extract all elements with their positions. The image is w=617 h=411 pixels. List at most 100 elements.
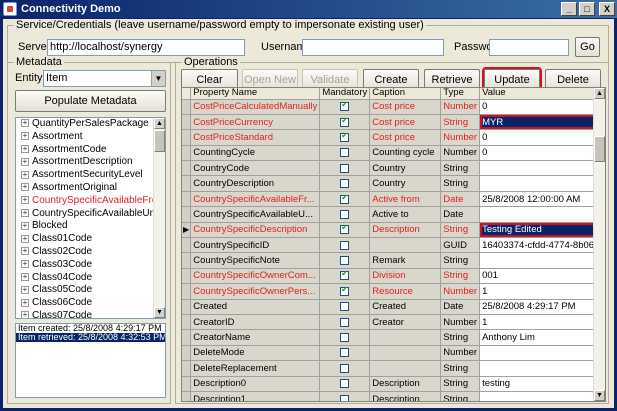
tree-item[interactable]: + Assortment (16, 131, 165, 144)
row-header[interactable] (182, 206, 192, 223)
expand-plus-icon[interactable]: + (21, 170, 29, 179)
value-cell[interactable]: 0 (479, 145, 605, 162)
properties-grid[interactable]: Property Name Mandatory Caption Type Val… (181, 87, 606, 402)
row-header[interactable] (182, 237, 192, 254)
mandatory-cell[interactable] (319, 237, 371, 254)
checkbox-icon[interactable] (340, 333, 350, 343)
value-cell[interactable]: MYR (479, 114, 605, 131)
column-header-type[interactable]: Type (440, 88, 481, 100)
tree-item[interactable]: + CountrySpecificAvailableUntil (16, 208, 165, 221)
mandatory-cell[interactable] (319, 222, 371, 239)
tree-item[interactable]: + Class05Code (16, 284, 165, 297)
mandatory-cell[interactable] (319, 345, 371, 362)
table-row[interactable]: CountrySpecificOwnerPers... ResourceNumbe… (182, 283, 605, 300)
tree-item[interactable]: + Class02Code (16, 246, 165, 259)
expand-plus-icon[interactable]: + (21, 260, 29, 269)
value-cell[interactable]: 001 (479, 268, 605, 285)
row-header[interactable] (182, 268, 192, 285)
tree-item[interactable]: + AssortmentOriginal (16, 182, 165, 195)
row-header[interactable] (182, 145, 192, 162)
mandatory-cell[interactable] (319, 376, 371, 392)
checkbox-icon[interactable] (340, 394, 350, 401)
row-header[interactable]: ▶ (182, 222, 192, 239)
grid-scrollbar[interactable]: ▲ ▼ (593, 88, 605, 401)
value-cell[interactable]: 25/8/2008 4:29:17 PM (479, 299, 605, 315)
expand-plus-icon[interactable]: + (21, 272, 29, 281)
expand-plus-icon[interactable]: + (21, 208, 29, 217)
value-cell[interactable] (479, 360, 605, 377)
table-row[interactable]: Created Created Date 25/8/2008 4:29:17 PM (182, 299, 605, 315)
checkbox-checked-icon[interactable] (340, 131, 350, 142)
table-row[interactable]: CountingCycle Counting cycle Number 0 (182, 145, 605, 162)
mandatory-cell[interactable] (319, 329, 371, 346)
row-header[interactable] (182, 283, 192, 300)
checkbox-icon[interactable] (340, 317, 350, 327)
checkbox-checked-icon[interactable] (340, 116, 350, 127)
checkbox-icon[interactable] (340, 179, 350, 189)
checkbox-checked-icon[interactable] (340, 269, 350, 281)
row-header[interactable] (182, 99, 192, 115)
tree-item[interactable]: + Class03Code (16, 259, 165, 272)
checkbox-checked-icon[interactable] (340, 193, 350, 204)
checkbox-icon[interactable] (340, 302, 350, 312)
column-header-value[interactable]: Value (479, 88, 605, 100)
row-header[interactable] (182, 175, 192, 192)
tree-item[interactable]: + QuantityPerSalesPackage (16, 118, 165, 131)
row-header[interactable] (182, 391, 192, 401)
checkbox-checked-icon[interactable] (340, 100, 350, 112)
expand-plus-icon[interactable]: + (21, 311, 29, 318)
table-row[interactable]: DeleteReplacement String (182, 360, 605, 377)
value-cell[interactable] (479, 160, 605, 177)
log-item[interactable]: Item retrieved: 25/8/2008 4:32:53 PM (16, 333, 165, 342)
column-header-property-name[interactable]: Property Name (190, 88, 321, 100)
value-cell[interactable]: Anthony Lim (479, 329, 605, 346)
expand-plus-icon[interactable]: + (21, 144, 29, 153)
checkbox-icon[interactable] (340, 363, 350, 373)
row-header[interactable] (182, 345, 192, 362)
checkbox-checked-icon[interactable] (340, 223, 350, 235)
scroll-up-icon[interactable]: ▲ (594, 88, 605, 99)
mandatory-cell[interactable] (319, 114, 371, 131)
mandatory-cell[interactable] (319, 160, 371, 177)
tree-item[interactable]: + Class04Code (16, 272, 165, 285)
checkbox-icon[interactable] (340, 209, 350, 219)
tree-item[interactable]: + Class01Code (16, 233, 165, 246)
metadata-tree-scrollbar[interactable]: ▲ ▼ (153, 118, 165, 318)
column-header-mandatory[interactable]: Mandatory (319, 88, 371, 100)
scroll-down-icon[interactable]: ▼ (154, 307, 165, 318)
row-header[interactable] (182, 376, 192, 392)
table-row[interactable]: CreatorName String Anthony Lim (182, 329, 605, 346)
maximize-button[interactable]: □ (579, 2, 595, 16)
expand-plus-icon[interactable]: + (21, 298, 29, 307)
tree-item[interactable]: + Class07Code (16, 310, 165, 318)
tree-item[interactable]: + CountrySpecificAvailableFrom (16, 195, 165, 208)
mandatory-cell[interactable] (319, 175, 371, 192)
scroll-thumb[interactable] (154, 130, 165, 152)
checkbox-icon[interactable] (340, 348, 350, 358)
expand-plus-icon[interactable]: + (21, 157, 29, 166)
tree-item[interactable]: + Blocked (16, 220, 165, 233)
mandatory-cell[interactable] (319, 360, 371, 377)
value-cell[interactable] (479, 391, 605, 401)
table-row[interactable]: CountrySpecificID GUID 16403374-cfdd-4774-… (182, 237, 605, 254)
row-header[interactable] (182, 314, 192, 331)
mandatory-cell[interactable] (319, 391, 371, 401)
row-header[interactable] (182, 129, 192, 146)
mandatory-cell[interactable] (319, 268, 371, 285)
expand-plus-icon[interactable]: + (21, 285, 29, 294)
table-row[interactable]: CostPriceCalculatedManually Cost priceNum… (182, 99, 605, 115)
scroll-down-icon[interactable]: ▼ (594, 390, 605, 401)
checkbox-checked-icon[interactable] (340, 285, 350, 296)
table-row[interactable]: CountrySpecificAvailableFr... Active from… (182, 191, 605, 208)
tree-item[interactable]: + AssortmentSecurityLevel (16, 169, 165, 182)
go-button[interactable]: Go (575, 37, 600, 57)
chevron-down-icon[interactable]: ▼ (151, 71, 165, 86)
server-input[interactable]: http://localhost/synergy (47, 39, 245, 56)
row-header[interactable] (182, 114, 192, 131)
table-row[interactable]: Description1 Description String (182, 391, 605, 401)
checkbox-icon[interactable] (340, 163, 350, 173)
row-header[interactable] (182, 299, 192, 315)
log-list[interactable]: Item created: 25/8/2008 4:29:17 PM Item r… (15, 323, 166, 398)
table-row[interactable]: CostPriceStandard Cost priceNumber0 (182, 129, 605, 146)
value-cell[interactable]: Testing Edited (479, 222, 605, 239)
